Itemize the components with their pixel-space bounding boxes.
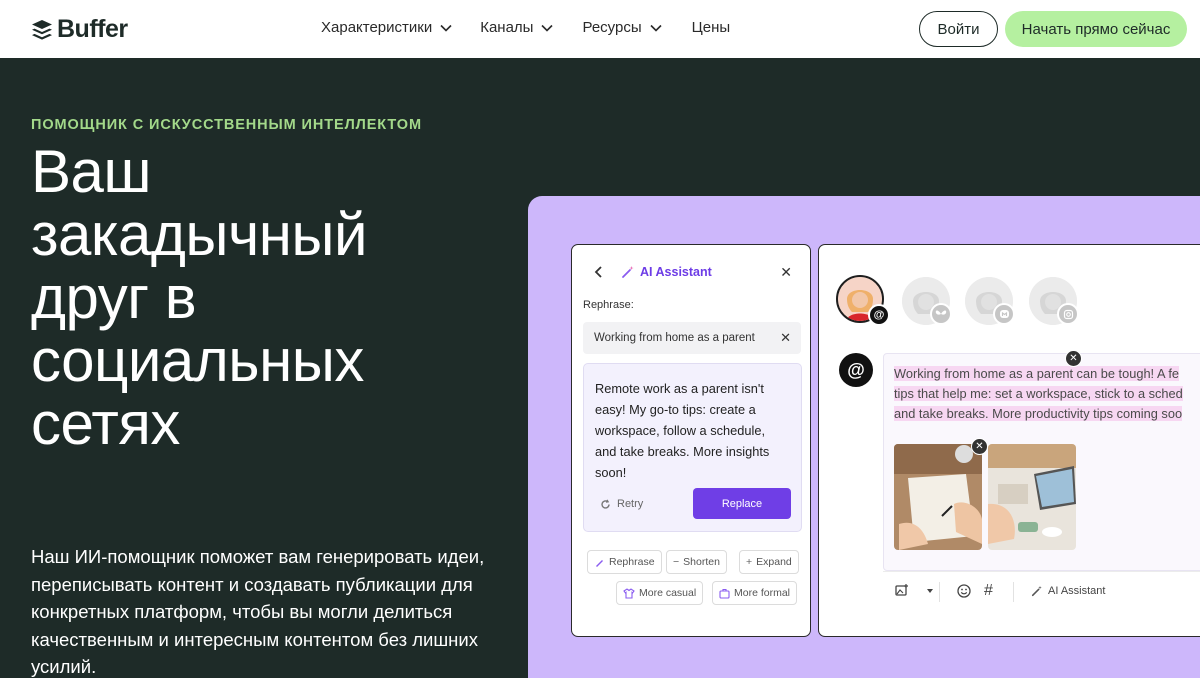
mastodon-icon bbox=[993, 303, 1015, 325]
chevron-down-icon bbox=[541, 24, 554, 32]
magic-wand-icon bbox=[622, 266, 634, 278]
retry-button[interactable]: Retry bbox=[600, 498, 643, 510]
hashtag-icon[interactable]: # bbox=[984, 582, 993, 600]
ai-panel-header: AI Assistant bbox=[594, 265, 712, 279]
toolbar-divider bbox=[1013, 582, 1014, 602]
rephrase-label: Rephrase: bbox=[583, 299, 634, 311]
emoji-button[interactable] bbox=[957, 584, 971, 598]
chevron-down-icon bbox=[440, 24, 452, 32]
chip-label: More formal bbox=[734, 587, 791, 599]
avatar-bluesky[interactable] bbox=[902, 277, 952, 325]
nav-item-features[interactable]: Характеристики bbox=[321, 19, 452, 36]
remove-image-icon[interactable]: ✕ bbox=[1065, 350, 1082, 367]
threads-logo-icon: @ bbox=[839, 353, 873, 387]
chip-label: Rephrase bbox=[609, 556, 655, 568]
minus-icon: − bbox=[673, 556, 680, 568]
get-started-button[interactable]: Начать прямо сейчас bbox=[1005, 11, 1187, 47]
close-icon[interactable]: ✕ bbox=[780, 264, 792, 281]
nav-label: Цены bbox=[691, 19, 731, 36]
chip-label: Expand bbox=[756, 556, 792, 568]
tshirt-icon bbox=[623, 587, 635, 599]
hero-title-line: закадычный bbox=[31, 201, 368, 268]
toolbar-divider bbox=[939, 582, 940, 602]
post-text-line: and take breaks. More productivity tips … bbox=[894, 406, 1183, 421]
post-text-line: Working from home as a parent can be tou… bbox=[894, 366, 1180, 381]
magic-wand-icon bbox=[1031, 585, 1042, 597]
shorten-chip[interactable]: − Shorten bbox=[666, 550, 727, 574]
ai-title-wrap: AI Assistant bbox=[621, 265, 712, 279]
replace-button[interactable]: Replace bbox=[693, 488, 791, 519]
hero-title-line: друг в bbox=[31, 264, 197, 331]
more-casual-chip[interactable]: More casual bbox=[616, 581, 704, 605]
caret-down-icon bbox=[927, 588, 933, 593]
ai-result-text: Remote work as a parent isn't easy! My g… bbox=[595, 381, 770, 480]
composer-toolbar: # AI Assistant bbox=[883, 571, 1200, 611]
chip-label: More casual bbox=[639, 587, 697, 599]
site-header: Buffer Характеристики Каналы Ресурсы Цен… bbox=[0, 0, 1200, 58]
emoji-icon bbox=[957, 584, 971, 598]
avatar-instagram[interactable] bbox=[1029, 277, 1079, 325]
remove-image-icon[interactable]: ✕ bbox=[971, 438, 988, 455]
post-composer: @ @ Working from home as a parent can be… bbox=[818, 244, 1200, 637]
ai-panel-title: AI Assistant bbox=[640, 265, 712, 279]
logo-text: Buffer bbox=[57, 15, 128, 43]
attached-image-desk bbox=[988, 444, 1076, 550]
post-text[interactable]: Working from home as a parent can be tou… bbox=[894, 364, 1200, 424]
hero-eyebrow: ПОМОЩНИК С ИСКУССТВЕННЫМ ИНТЕЛЛЕКТОМ bbox=[31, 117, 422, 133]
nav-item-resources[interactable]: Ресурсы bbox=[582, 19, 662, 36]
rephrase-input-value: Working from home as a parent bbox=[594, 332, 755, 344]
nav-item-pricing[interactable]: Цены bbox=[692, 19, 731, 36]
attached-image-notebook bbox=[894, 444, 982, 550]
butterfly-icon bbox=[930, 303, 952, 325]
login-button[interactable]: Войти bbox=[919, 11, 998, 47]
threads-icon: @ bbox=[868, 304, 890, 326]
nav-item-channels[interactable]: Каналы bbox=[480, 19, 554, 36]
ai-result-card: Remote work as a parent isn't easy! My g… bbox=[583, 363, 802, 532]
instagram-icon bbox=[1057, 303, 1079, 325]
chevron-left-icon[interactable] bbox=[594, 266, 603, 278]
briefcase-icon bbox=[719, 588, 730, 599]
main-nav: Характеристики Каналы Ресурсы Цены bbox=[321, 19, 730, 36]
hero-title: Ваш закадычный друг в социальных сетях bbox=[31, 140, 501, 455]
pencil-icon bbox=[596, 559, 603, 567]
nav-label: Каналы bbox=[480, 19, 534, 36]
post-editor[interactable]: Working from home as a parent can be tou… bbox=[883, 350, 1200, 571]
ai-assistant-panel: AI Assistant ✕ Rephrase: Working from ho… bbox=[571, 244, 811, 637]
expand-chip[interactable]: + Expand bbox=[739, 550, 799, 574]
more-formal-chip[interactable]: More formal bbox=[712, 581, 798, 605]
media-button[interactable] bbox=[895, 584, 934, 597]
avatar-mastodon[interactable] bbox=[965, 277, 1015, 325]
buffer-logo-icon bbox=[32, 19, 52, 40]
ai-assistant-button[interactable]: AI Assistant bbox=[1031, 585, 1105, 597]
nav-label: Характеристики bbox=[321, 19, 433, 36]
retry-label: Retry bbox=[617, 498, 644, 510]
rephrase-chip[interactable]: Rephrase bbox=[587, 550, 662, 574]
chip-label: Shorten bbox=[683, 556, 720, 568]
image-add-icon bbox=[895, 584, 908, 596]
plus-icon: + bbox=[746, 556, 753, 568]
product-illustration: AI Assistant ✕ Rephrase: Working from ho… bbox=[528, 196, 1200, 678]
hero-title-line: социальных bbox=[31, 327, 364, 394]
post-text-line: tips that help me: set a workspace, stic… bbox=[894, 386, 1183, 401]
rephrase-input[interactable]: Working from home as a parent ✕ bbox=[583, 322, 801, 354]
clear-icon[interactable]: ✕ bbox=[780, 330, 791, 346]
hero-title-line: Ваш bbox=[31, 138, 152, 205]
refresh-icon bbox=[601, 498, 610, 509]
avatar-threads[interactable]: @ bbox=[836, 275, 890, 326]
ai-assistant-label: AI Assistant bbox=[1048, 585, 1106, 597]
hero-description: Наш ИИ-помощник поможет вам генерировать… bbox=[31, 546, 485, 677]
buffer-logo[interactable]: Buffer bbox=[31, 15, 128, 44]
hero-title-line: сетях bbox=[31, 390, 180, 457]
chevron-down-icon bbox=[650, 24, 662, 32]
nav-label: Ресурсы bbox=[582, 19, 642, 36]
